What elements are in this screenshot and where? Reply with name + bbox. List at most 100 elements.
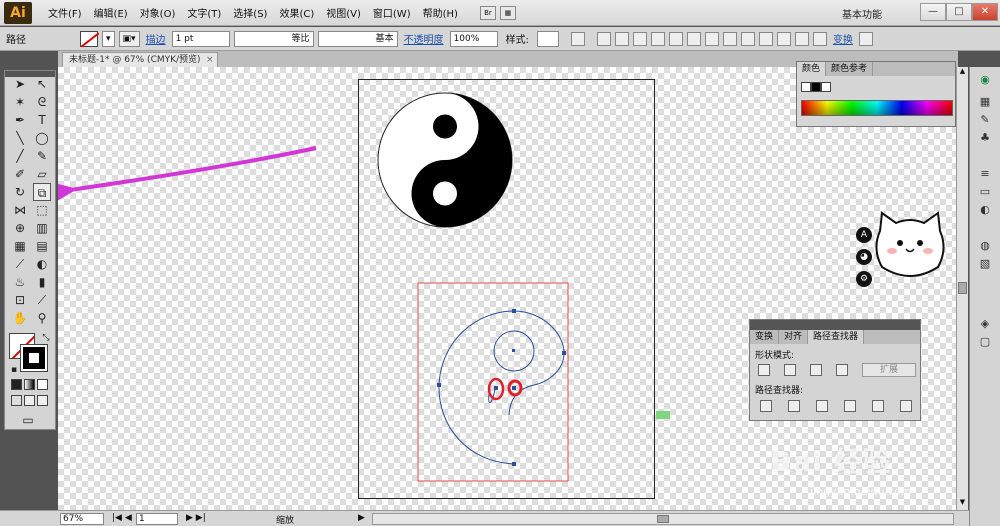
menu-edit[interactable]: 编辑(E) — [88, 5, 134, 20]
pen-tool-icon[interactable]: ✒ — [11, 111, 29, 129]
stroke-link[interactable]: 描边 — [142, 31, 170, 46]
expand-button[interactable]: 扩展 — [862, 363, 916, 377]
maximize-button[interactable]: □ — [946, 3, 972, 21]
selection-tool-icon[interactable]: ➤ — [11, 75, 29, 93]
align-right-icon[interactable] — [650, 31, 665, 46]
swatches-icon[interactable]: ▦ — [976, 95, 994, 109]
crop-icon[interactable] — [844, 400, 856, 412]
black-swatch[interactable] — [811, 82, 821, 92]
pathfinder-panel-grip[interactable] — [750, 320, 920, 330]
menu-effect[interactable]: 效果(C) — [273, 5, 320, 20]
align-left-icon[interactable] — [614, 31, 629, 46]
menu-object[interactable]: 对象(O) — [134, 5, 182, 20]
workspace-switcher[interactable]: 基本功能 — [842, 6, 882, 21]
align-to-icon[interactable] — [596, 31, 611, 46]
column-graph-tool-icon[interactable]: ▮ — [33, 273, 51, 291]
gradient-mode-icon[interactable] — [24, 379, 35, 390]
fill-dropdown[interactable]: ▾ — [102, 30, 115, 47]
eyedropper-tool-icon[interactable]: ⟋ — [11, 255, 29, 273]
stroke-color-swatch[interactable] — [20, 344, 48, 372]
tab-transform[interactable]: 变换 — [750, 330, 780, 344]
paintbrush-tool-icon[interactable]: ╱ — [11, 147, 29, 165]
zoom-level-dropdown[interactable]: 67% — [60, 513, 104, 525]
white-swatch[interactable] — [821, 82, 831, 92]
trim-icon[interactable] — [788, 400, 800, 412]
rotate-tool-icon[interactable]: ↻ — [11, 183, 29, 201]
none-swatch[interactable] — [801, 82, 811, 92]
align-top-icon[interactable] — [668, 31, 683, 46]
first-page-icon[interactable]: |◀ ◀ — [112, 513, 132, 523]
slice-tool-icon[interactable]: ⟋ — [33, 291, 51, 309]
color-spectrum[interactable] — [801, 100, 953, 116]
gradient-tool-icon[interactable]: ▤ — [33, 237, 51, 255]
vertical-scrollbar[interactable]: ▲ ▼ — [956, 67, 968, 510]
distribute-bottom-icon[interactable] — [758, 31, 773, 46]
layers-icon[interactable]: ◈ — [976, 317, 994, 331]
width-tool-icon[interactable]: ⋈ — [11, 201, 29, 219]
draw-inside-icon[interactable] — [37, 395, 48, 406]
align-hcenter-icon[interactable] — [632, 31, 647, 46]
artboard-tool-icon[interactable]: ⊡ — [11, 291, 29, 309]
opacity-link[interactable]: 不透明度 — [400, 31, 448, 46]
variable-width-profile[interactable]: 等比 — [233, 30, 314, 47]
vertical-scroll-thumb[interactable] — [958, 282, 967, 294]
unite-icon[interactable] — [758, 364, 770, 376]
scroll-up-icon[interactable]: ▲ — [957, 67, 968, 79]
blend-tool-icon[interactable]: ◐ — [33, 255, 51, 273]
blob-brush-tool-icon[interactable]: ✐ — [11, 165, 29, 183]
pencil-tool-icon[interactable]: ✎ — [33, 147, 51, 165]
appearance-panel-icon[interactable]: ◍ — [976, 239, 994, 253]
page-number-input[interactable]: 1 — [136, 513, 178, 525]
distribute-vcenter-icon[interactable] — [740, 31, 755, 46]
close-button[interactable]: ✕ — [972, 3, 998, 21]
direct-selection-tool-icon[interactable]: ↖ — [33, 75, 51, 93]
brush-definition[interactable]: 基本 — [317, 30, 398, 47]
stroke-weight-input[interactable]: 1 pt — [171, 30, 230, 47]
horizontal-scroll-thumb[interactable] — [657, 515, 669, 523]
style-dropdown[interactable] — [536, 30, 559, 47]
eraser-tool-icon[interactable]: ▱ — [33, 165, 51, 183]
document-tab[interactable]: 未标题-1* @ 67% (CMYK/预览) × — [62, 52, 218, 67]
symbols-icon[interactable]: ♣ — [976, 131, 994, 145]
minus-front-icon[interactable] — [784, 364, 796, 376]
menu-file[interactable]: 文件(F) — [42, 5, 88, 20]
horizontal-scrollbar[interactable] — [372, 513, 954, 525]
distribute-hcenter-icon[interactable] — [794, 31, 809, 46]
lasso-tool-icon[interactable]: ᘓ — [33, 93, 51, 111]
scroll-down-icon[interactable]: ▼ — [957, 498, 968, 510]
magic-wand-tool-icon[interactable]: ✶ — [11, 93, 29, 111]
distribute-top-icon[interactable] — [722, 31, 737, 46]
menu-help[interactable]: 帮助(H) — [417, 5, 464, 20]
minus-back-icon[interactable] — [900, 400, 912, 412]
screen-mode-icon[interactable]: ▭ — [19, 411, 37, 429]
scale-tool-icon[interactable]: ⧉ — [33, 183, 51, 201]
menu-window[interactable]: 窗口(W) — [367, 5, 417, 20]
distribute-left-icon[interactable] — [776, 31, 791, 46]
menu-select[interactable]: 选择(S) — [227, 5, 273, 20]
align-bottom-icon[interactable] — [704, 31, 719, 46]
status-menu-icon[interactable]: ▶ — [358, 513, 365, 523]
align-vcenter-icon[interactable] — [686, 31, 701, 46]
tab-align[interactable]: 对齐 — [779, 330, 809, 344]
zoom-tool-icon[interactable]: ⚲ — [33, 309, 51, 327]
divide-icon[interactable] — [760, 400, 772, 412]
next-page-icon[interactable]: ▶ ▶| — [186, 513, 206, 523]
mesh-tool-icon[interactable]: ▦ — [11, 237, 29, 255]
perspective-grid-tool-icon[interactable]: ▥ — [33, 219, 51, 237]
menu-type[interactable]: 文字(T) — [181, 5, 227, 20]
color-mode-icon[interactable] — [11, 379, 22, 390]
artboards-icon[interactable]: ▢ — [976, 335, 994, 349]
line-tool-icon[interactable]: ╲ — [11, 129, 29, 147]
distribute-right-icon[interactable] — [812, 31, 827, 46]
minimize-button[interactable]: — — [920, 3, 946, 21]
recolor-icon[interactable] — [570, 31, 585, 46]
merge-icon[interactable] — [816, 400, 828, 412]
arrange-documents-icon[interactable]: ▦ — [499, 5, 516, 20]
graphic-styles-icon[interactable]: ▧ — [976, 257, 994, 271]
shape-builder-tool-icon[interactable]: ⊕ — [11, 219, 29, 237]
type-tool-icon[interactable]: T — [33, 111, 51, 129]
default-fill-stroke-icon[interactable]: ▪ — [5, 361, 23, 379]
swap-fill-stroke-icon[interactable]: ⤡ — [37, 329, 55, 347]
stroke-panel-icon[interactable]: ≡ — [976, 167, 994, 181]
intersect-icon[interactable] — [810, 364, 822, 376]
